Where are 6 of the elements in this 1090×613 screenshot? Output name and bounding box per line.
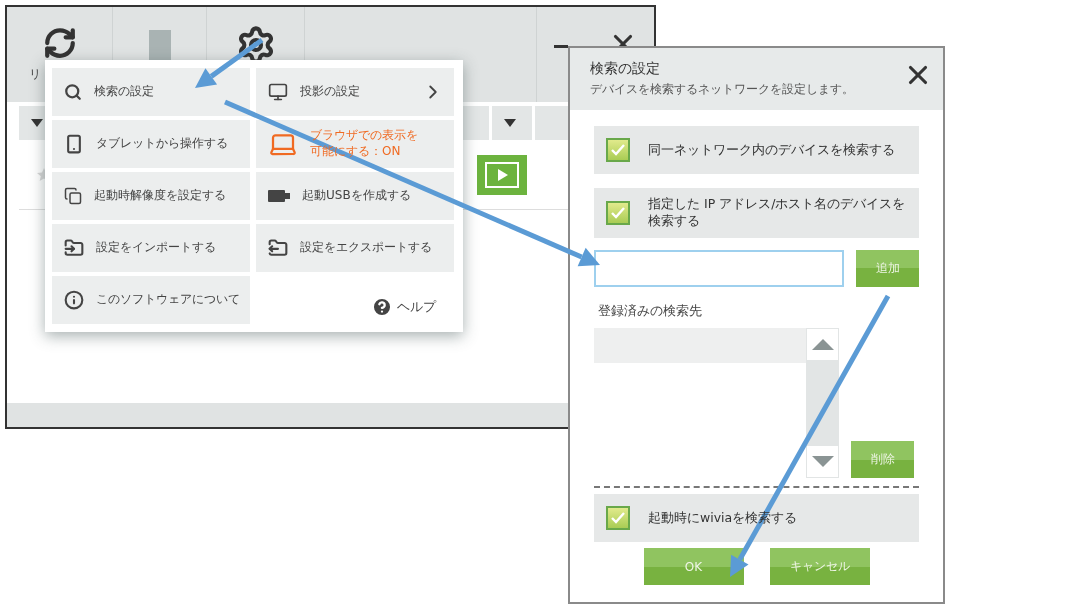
list-label: 登録済みの検索先 (598, 303, 703, 320)
option-label: 同一ネットワーク内のデバイスを検索する (648, 141, 895, 159)
toolbar-label: リ (28, 66, 41, 83)
option-label: 指定した IP アドレス/ホスト名のデバイスを検索する (648, 196, 907, 230)
dialog-title: 検索の設定 (590, 60, 661, 78)
dialog-subtitle: デバイスを検索するネットワークを設定します。 (590, 81, 854, 98)
